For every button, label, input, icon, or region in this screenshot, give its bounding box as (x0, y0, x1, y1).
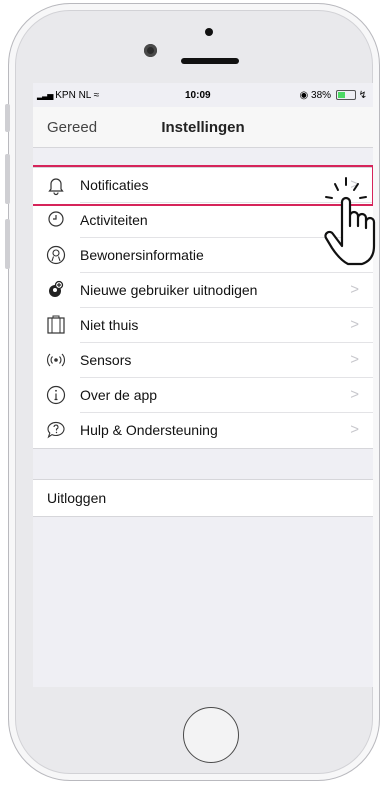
logout-row[interactable]: Uitloggen (33, 479, 373, 517)
mute-switch (5, 104, 10, 132)
not-home-icon (47, 315, 65, 334)
wifi-icon: ≈ (93, 90, 100, 101)
status-time: 10:09 (185, 90, 211, 101)
settings-item-label: Activiteiten (80, 212, 148, 228)
signal-icon: ▂▃▅ (37, 91, 54, 100)
chevron-right-icon: > (350, 386, 359, 403)
alarm-icon: ◉ (299, 90, 309, 101)
chevron-right-icon: > (350, 421, 359, 438)
settings-item-label: Sensors (80, 352, 132, 368)
home-button[interactable] (183, 707, 239, 763)
settings-item-niet-thuis[interactable]: Niet thuis > (33, 308, 373, 343)
help-bubble-icon (47, 421, 65, 439)
settings-item-label: Bewonersinformatie (80, 247, 204, 263)
proximity-sensor (205, 28, 213, 36)
navigation-bar: Gereed Instellingen (33, 107, 373, 148)
battery-indicator: ◉ 38% ↯ (299, 90, 367, 101)
chevron-right-icon: > (350, 281, 359, 298)
residents-icon (46, 245, 66, 265)
battery-icon (335, 90, 356, 101)
charging-icon: ↯ (358, 90, 367, 101)
status-bar: ▂▃▅ KPN NL ≈ 10:09 ◉ 38% ↯ (33, 83, 373, 107)
logout-label: Uitloggen (47, 490, 107, 506)
settings-item-label: Hulp & Ondersteuning (80, 422, 218, 438)
settings-item-label: Over de app (80, 387, 158, 403)
chevron-right-icon: > (350, 316, 359, 333)
earpiece-speaker (181, 58, 239, 64)
settings-item-hulp[interactable]: Hulp & Ondersteuning > (33, 413, 373, 448)
front-camera (144, 44, 157, 57)
clock-icon (48, 211, 64, 227)
volume-up-button (5, 154, 10, 204)
settings-item-label: Nieuwe gebruiker uitnodigen (80, 282, 258, 298)
settings-item-nieuwe-gebruiker[interactable]: Nieuwe gebruiker uitnodigen > (33, 273, 373, 308)
info-icon (46, 385, 66, 405)
sensor-signal-icon (46, 353, 66, 367)
volume-down-button (5, 219, 10, 269)
pointing-hand-icon (324, 177, 376, 266)
invite-user-icon (49, 280, 64, 297)
settings-item-sensors[interactable]: Sensors > (33, 343, 373, 378)
settings-item-over-de-app[interactable]: Over de app > (33, 378, 373, 413)
chevron-right-icon: > (350, 351, 359, 368)
settings-item-label: Niet thuis (80, 317, 139, 333)
carrier-label: ▂▃▅ KPN NL ≈ (37, 90, 100, 101)
page-title: Instellingen (161, 119, 245, 136)
